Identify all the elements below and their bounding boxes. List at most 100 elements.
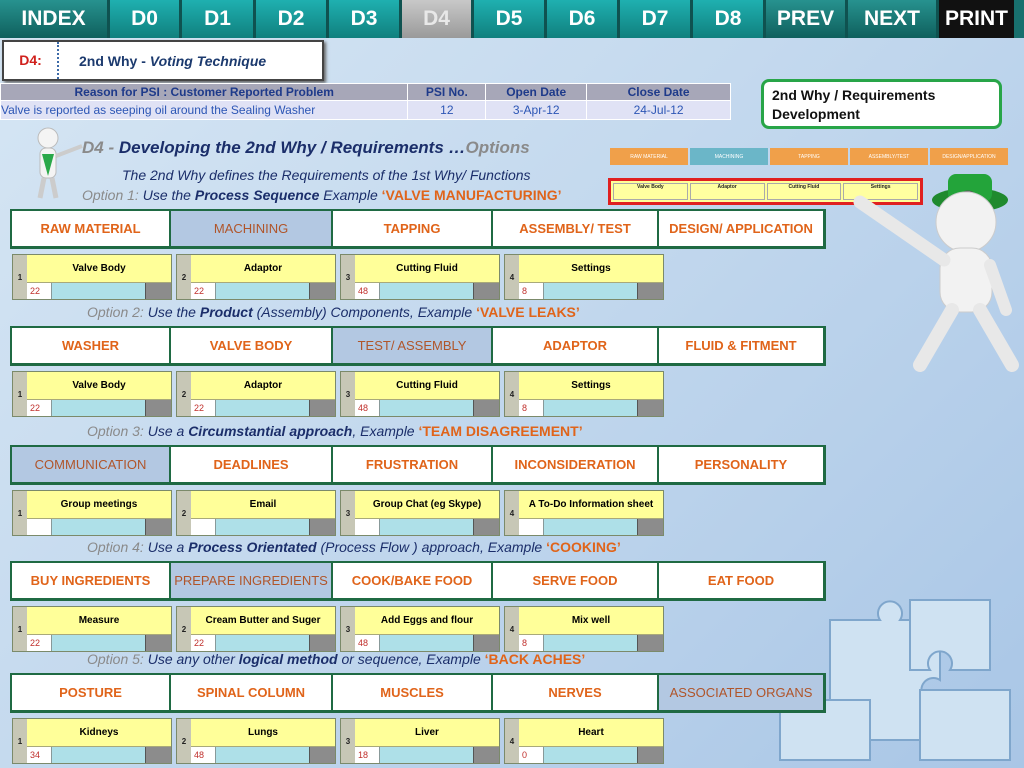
category-tab[interactable]: ADAPTOR xyxy=(493,328,660,363)
nav-d4-button[interactable]: D4 xyxy=(402,0,474,38)
selection-card: 1 Valve Body 22 xyxy=(12,254,172,300)
stick-figure-presenter-icon xyxy=(37,127,83,199)
selection-number: 1 xyxy=(13,255,27,299)
d4-title: 2nd Why - Voting Technique xyxy=(59,53,266,69)
category-tab[interactable]: COOK/BAKE FOOD xyxy=(333,563,494,598)
selection-card: 4A To-Do Information sheet xyxy=(504,490,664,536)
nav-d5-button[interactable]: D5 xyxy=(474,0,547,38)
selection-vote-count: 48 xyxy=(355,635,379,651)
category-tab[interactable]: ASSOCIATED ORGANS xyxy=(659,675,823,710)
option-lead: Option 5: xyxy=(87,651,144,667)
option-lead: Option 1: xyxy=(82,187,139,203)
selection-vote-count: 22 xyxy=(191,400,215,416)
category-tab[interactable]: RAW MATERIAL xyxy=(12,211,172,246)
vote-indicator xyxy=(309,519,335,535)
category-tab[interactable]: SPINAL COLUMN xyxy=(171,675,334,710)
vote-select-button[interactable] xyxy=(543,519,637,535)
category-tab[interactable]: PERSONALITY xyxy=(659,447,823,482)
selection-number: 3 xyxy=(341,491,355,535)
vote-select-button[interactable] xyxy=(543,635,637,651)
category-tab[interactable]: DESIGN/ APPLICATION xyxy=(659,211,823,246)
category-tab[interactable]: SERVE FOOD xyxy=(493,563,660,598)
option-example: ‘VALVE MANUFACTURING’ xyxy=(381,187,562,203)
option-4-category-row: BUY INGREDIENTS PREPARE INGREDIENTS COOK/B… xyxy=(10,561,826,601)
category-tab[interactable]: COMMUNICATION xyxy=(12,447,172,482)
vote-select-button[interactable] xyxy=(215,635,309,651)
vote-select-button[interactable] xyxy=(379,283,473,299)
nav-d3-button[interactable]: D3 xyxy=(329,0,402,38)
vote-select-button[interactable] xyxy=(379,635,473,651)
selection-card: 4 Mix well 8 xyxy=(504,606,664,652)
category-tab[interactable]: POSTURE xyxy=(12,675,172,710)
vote-select-button[interactable] xyxy=(379,519,473,535)
nav-d6-button[interactable]: D6 xyxy=(547,0,620,38)
selection-title: Kidneys xyxy=(27,719,171,747)
nav-d1-button[interactable]: D1 xyxy=(182,0,256,38)
vote-select-button[interactable] xyxy=(51,400,145,416)
vote-select-button[interactable] xyxy=(379,747,473,763)
selection-title: A To-Do Information sheet xyxy=(519,491,663,519)
vote-select-button[interactable] xyxy=(215,283,309,299)
selection-number: 4 xyxy=(505,255,519,299)
selection-card: 3 Liver 18 xyxy=(340,718,500,764)
vote-select-button[interactable] xyxy=(543,283,637,299)
category-tab[interactable]: FLUID & FITMENT xyxy=(659,328,823,363)
category-tab[interactable]: EAT FOOD xyxy=(659,563,823,598)
vote-select-button[interactable] xyxy=(215,400,309,416)
vote-indicator xyxy=(145,400,171,416)
selection-number: 4 xyxy=(505,491,519,535)
nav-next-button[interactable]: NEXT xyxy=(848,0,939,38)
vote-select-button[interactable] xyxy=(51,283,145,299)
vote-select-button[interactable] xyxy=(51,747,145,763)
requirements-callout-line1: 2nd Why / Requirements xyxy=(772,87,936,103)
nav-d0-button[interactable]: D0 xyxy=(110,0,182,38)
vote-select-button[interactable] xyxy=(379,400,473,416)
nav-d8-button[interactable]: D8 xyxy=(693,0,766,38)
selection-card: 3 Cutting Fluid 48 xyxy=(340,371,500,417)
option-4-selection-row: 1 Measure 22 2 Cream Butter and Suger 22 3 Add … xyxy=(12,606,664,652)
selection-vote-count: 22 xyxy=(191,283,215,299)
selection-number: 2 xyxy=(177,372,191,416)
option-text2: , Example xyxy=(352,423,419,439)
vote-select-button[interactable] xyxy=(543,747,637,763)
nav-print-button[interactable]: PRINT xyxy=(939,0,1014,38)
category-tab[interactable]: MUSCLES xyxy=(333,675,494,710)
category-tab[interactable]: PREPARE INGREDIENTS xyxy=(171,563,334,598)
vote-indicator xyxy=(473,635,499,651)
option-bold: Circumstantial approach xyxy=(188,423,353,439)
nav-index-button[interactable]: INDEX xyxy=(0,0,110,38)
category-tab[interactable]: ASSEMBLY/ TEST xyxy=(493,211,660,246)
selection-number: 2 xyxy=(177,719,191,763)
category-tab[interactable]: NERVES xyxy=(493,675,660,710)
category-tab[interactable]: BUY INGREDIENTS xyxy=(12,563,172,598)
selection-vote-count xyxy=(519,519,543,535)
heading-main: Developing the 2nd Why / Requirements … xyxy=(118,138,466,157)
vote-select-button[interactable] xyxy=(215,519,309,535)
nav-d7-button[interactable]: D7 xyxy=(620,0,693,38)
vote-select-button[interactable] xyxy=(215,747,309,763)
nav-d2-button[interactable]: D2 xyxy=(256,0,329,38)
vote-select-button[interactable] xyxy=(51,635,145,651)
selection-vote-count: 8 xyxy=(519,283,543,299)
nav-prev-button[interactable]: PREV xyxy=(766,0,848,38)
category-tab[interactable]: TEST/ ASSEMBLY xyxy=(333,328,494,363)
selection-number: 4 xyxy=(505,372,519,416)
selection-title: Cutting Fluid xyxy=(355,372,499,400)
vote-select-button[interactable] xyxy=(51,519,145,535)
selection-card: 2 Adaptor 22 xyxy=(176,371,336,417)
option-1-description: Option 1: Use the Process Sequence Examp… xyxy=(82,187,562,203)
category-tab[interactable]: DEADLINES xyxy=(171,447,334,482)
category-tab[interactable]: VALVE BODY xyxy=(171,328,334,363)
heading-tail: Options xyxy=(465,138,530,157)
selection-card: 2 Adaptor 22 xyxy=(176,254,336,300)
category-tab[interactable]: FRUSTRATION xyxy=(333,447,494,482)
vote-select-button[interactable] xyxy=(543,400,637,416)
category-tab[interactable]: MACHINING xyxy=(171,211,334,246)
option-lead: Option 3: xyxy=(87,423,144,439)
option-3-category-row: COMMUNICATION DEADLINES FRUSTRATION INCONSI… xyxy=(10,445,826,485)
category-tab[interactable]: TAPPING xyxy=(333,211,494,246)
category-tab[interactable]: INCONSIDERATION xyxy=(493,447,660,482)
selection-card: 4 Settings 8 xyxy=(504,371,664,417)
category-tab[interactable]: WASHER xyxy=(12,328,172,363)
selection-title: Liver xyxy=(355,719,499,747)
